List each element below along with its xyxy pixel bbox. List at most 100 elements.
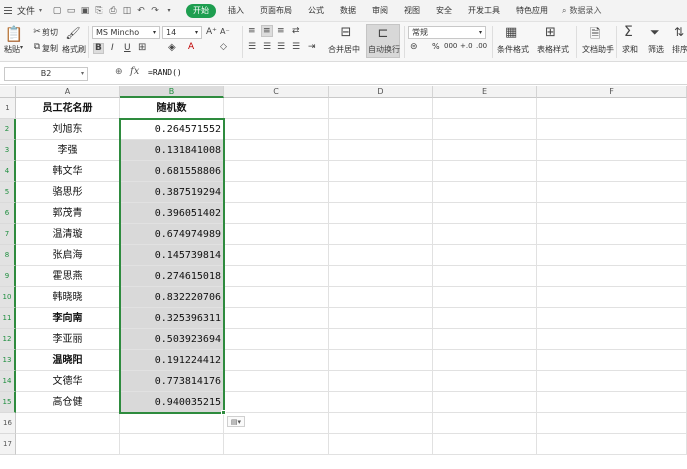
paste-dropdown-icon[interactable]: ▾ [20, 44, 23, 51]
sum-icon[interactable]: Σ [624, 24, 633, 40]
open-folder-icon[interactable]: ▭ [66, 6, 76, 16]
increase-font-icon[interactable]: A⁺ [206, 27, 217, 37]
empty-cell[interactable] [224, 329, 329, 350]
filter-button[interactable]: 筛选 [648, 44, 664, 55]
file-menu[interactable]: 文件 ▾ [4, 4, 42, 17]
cut-icon[interactable]: ✂ [32, 27, 42, 37]
column-header-e[interactable]: E [433, 86, 537, 98]
column-header-b[interactable]: B [120, 86, 224, 98]
font-size-select[interactable]: 14 ▾ [162, 26, 202, 39]
empty-cell[interactable] [329, 203, 433, 224]
employee-name-cell[interactable]: 张启海 [16, 245, 120, 266]
empty-cell[interactable] [224, 287, 329, 308]
clear-format-icon[interactable]: ◇ [220, 42, 227, 52]
random-value-cell[interactable]: 0.940035215 [120, 392, 224, 413]
merge-center-button[interactable]: 合并居中 [328, 44, 360, 55]
paste-button-label[interactable]: 粘贴 [4, 44, 20, 55]
row-header[interactable]: 17 [0, 434, 16, 455]
border-icon[interactable]: ⊞ [138, 42, 146, 53]
paste-options-icon[interactable]: ▤▾ [227, 416, 245, 427]
row-header[interactable]: 16 [0, 413, 16, 434]
empty-cell[interactable] [224, 434, 329, 455]
decrease-decimal-button[interactable]: .00 [476, 42, 487, 50]
random-value-cell[interactable]: 0.191224412 [120, 350, 224, 371]
empty-cell[interactable] [329, 182, 433, 203]
sort-icon[interactable]: ⇅ [674, 25, 684, 39]
row-header[interactable]: 13 [0, 350, 16, 371]
employee-name-cell[interactable] [16, 413, 120, 434]
tab-insert[interactable]: 插入 [220, 0, 252, 22]
select-all-corner[interactable] [0, 86, 16, 98]
align-bottom-icon[interactable]: ≡ [277, 26, 285, 36]
empty-cell[interactable] [329, 98, 433, 119]
empty-cell[interactable] [329, 161, 433, 182]
random-value-cell[interactable]: 0.387519294 [120, 182, 224, 203]
tab-page-layout[interactable]: 页面布局 [252, 0, 300, 22]
empty-cell[interactable] [537, 98, 687, 119]
redo-icon[interactable]: ↷ [150, 6, 160, 16]
italic-icon[interactable]: I [111, 43, 114, 53]
number-format-select[interactable]: 常规 ▾ [408, 26, 486, 39]
print-preview-icon[interactable]: ◫ [122, 6, 132, 16]
empty-cell[interactable] [329, 119, 433, 140]
fill-handle[interactable] [221, 410, 226, 415]
command-search[interactable]: ⌕ 数据录入 [562, 5, 601, 16]
save-icon[interactable]: ▣ [80, 6, 90, 16]
row-header[interactable]: 10 [0, 287, 16, 308]
empty-cell[interactable] [224, 371, 329, 392]
employee-name-cell[interactable]: 刘旭东 [16, 119, 120, 140]
row-header[interactable]: 14 [0, 371, 16, 392]
row-header[interactable]: 7 [0, 224, 16, 245]
employee-name-cell[interactable]: 骆思彤 [16, 182, 120, 203]
empty-cell[interactable] [329, 308, 433, 329]
underline-icon[interactable]: U [124, 43, 131, 53]
merge-center-icon[interactable]: ⊟ [338, 25, 354, 40]
empty-cell[interactable] [329, 413, 433, 434]
empty-cell[interactable] [537, 140, 687, 161]
font-name-select[interactable]: MS Mincho ▾ [92, 26, 160, 39]
empty-cell[interactable] [433, 308, 537, 329]
empty-cell[interactable] [329, 329, 433, 350]
row-header[interactable]: 3 [0, 140, 16, 161]
conditional-format-icon[interactable]: ▦ [505, 25, 517, 40]
empty-cell[interactable] [537, 329, 687, 350]
employee-name-cell[interactable]: 温晓阳 [16, 350, 120, 371]
justify-icon[interactable]: ☰ [292, 42, 300, 52]
random-value-cell[interactable]: 0.773814176 [120, 371, 224, 392]
sum-button[interactable]: 求和 [622, 44, 638, 55]
empty-cell[interactable] [329, 266, 433, 287]
empty-cell[interactable] [433, 434, 537, 455]
currency-icon[interactable]: ⊜ [410, 42, 418, 52]
empty-cell[interactable] [537, 224, 687, 245]
random-value-cell[interactable]: 0.325396311 [120, 308, 224, 329]
empty-cell[interactable] [224, 161, 329, 182]
table-style-icon[interactable]: ⊞ [545, 25, 556, 40]
customize-chevron-icon[interactable]: ▾ [164, 6, 174, 16]
row-header[interactable]: 2 [0, 119, 16, 140]
conditional-format-button[interactable]: 条件格式 [497, 44, 529, 55]
align-center-icon[interactable]: ☰ [263, 42, 271, 52]
print-icon[interactable]: ⎙ [108, 6, 118, 16]
font-color-icon[interactable]: A [188, 42, 194, 52]
tab-formulas[interactable]: 公式 [300, 0, 332, 22]
empty-cell[interactable] [537, 161, 687, 182]
empty-cell[interactable] [433, 140, 537, 161]
random-value-cell[interactable]: 0.396051402 [120, 203, 224, 224]
empty-cell[interactable] [329, 287, 433, 308]
filter-icon[interactable]: ⏷ [650, 25, 660, 40]
column-header-c[interactable]: C [224, 86, 329, 98]
undo-icon[interactable]: ↶ [136, 6, 146, 16]
empty-cell[interactable] [537, 350, 687, 371]
tab-special[interactable]: 特色应用 [508, 0, 556, 22]
empty-cell[interactable] [537, 119, 687, 140]
tab-developer[interactable]: 开发工具 [460, 0, 508, 22]
empty-cell[interactable] [433, 245, 537, 266]
random-value-cell[interactable]: 0.145739814 [120, 245, 224, 266]
copy-icon[interactable]: ⧉ [32, 42, 42, 52]
employee-name-cell[interactable]: 温清璇 [16, 224, 120, 245]
employee-name-cell[interactable]: 高仓健 [16, 392, 120, 413]
empty-cell[interactable] [537, 182, 687, 203]
employee-name-cell[interactable]: 韩文华 [16, 161, 120, 182]
export-pdf-icon[interactable]: ⎘ [94, 6, 104, 16]
row-header[interactable]: 1 [0, 98, 16, 119]
